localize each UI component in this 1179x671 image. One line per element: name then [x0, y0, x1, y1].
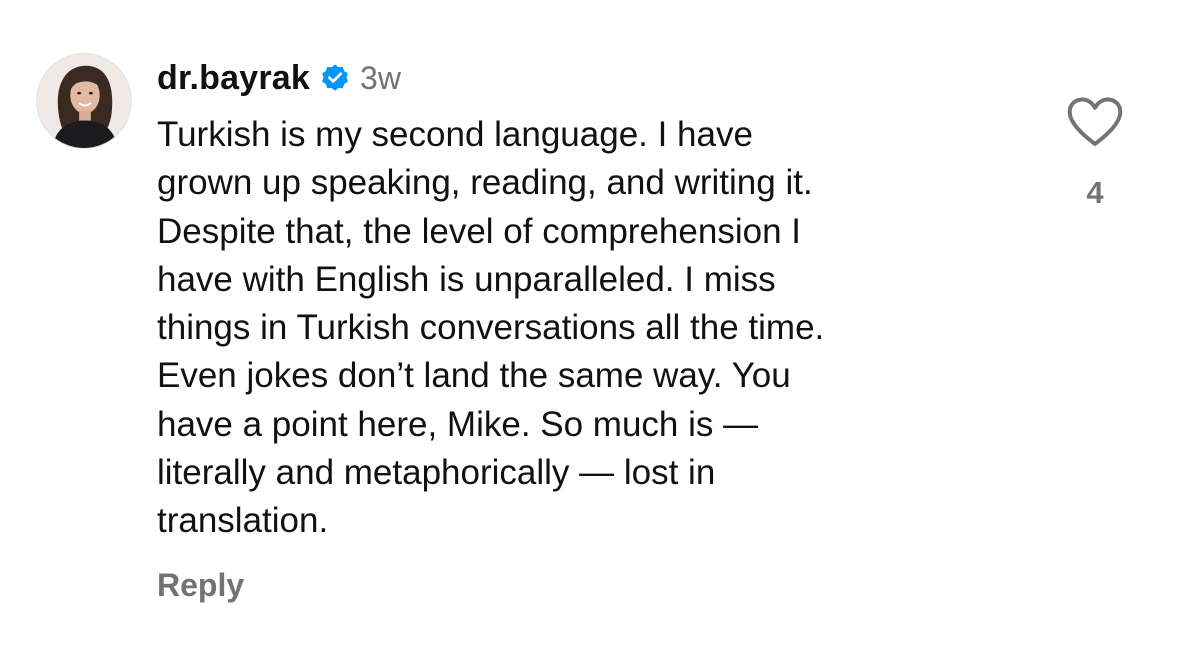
avatar-photo	[37, 54, 131, 148]
comment-text: Turkish is my second language. I have gr…	[157, 111, 1037, 546]
comment-header: dr.bayrak 3w	[157, 55, 401, 101]
like-button[interactable]	[1066, 96, 1124, 148]
avatar[interactable]	[36, 53, 132, 149]
comment-item: dr.bayrak 3w Turkish is my second langua…	[0, 0, 1179, 671]
comment-text-line: literally and metaphorically — lost in	[157, 453, 716, 493]
like-count: 4	[1086, 175, 1104, 210]
comment-text-line: Despite that, the level of comprehension…	[157, 211, 801, 251]
comment-text-line: translation.	[157, 501, 329, 541]
heart-outline-icon	[1067, 97, 1123, 146]
comment-text-line: have with English is unparalleled. I mis…	[157, 259, 776, 299]
comment-timestamp: 3w	[360, 59, 401, 96]
comment-text-line: Turkish is my second language. I have	[157, 115, 753, 154]
comment-text-line: have a point here, Mike. So much is —	[157, 404, 759, 444]
reply-button[interactable]: Reply	[157, 567, 244, 604]
verified-badge-icon	[320, 63, 350, 93]
comment-text-line: things in Turkish conversations all the …	[157, 308, 825, 348]
comment-text-line: grown up speaking, reading, and writing …	[157, 163, 813, 203]
comment-text-line: Even jokes don’t land the same way. You	[157, 356, 791, 396]
username[interactable]: dr.bayrak	[157, 59, 310, 98]
